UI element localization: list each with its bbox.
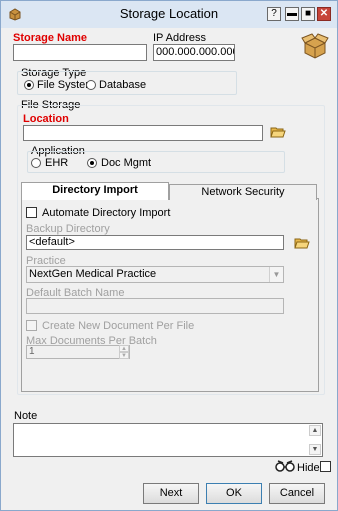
scroll-down-icon[interactable]: ▼ (309, 444, 321, 455)
close-button[interactable]: ✕ (317, 7, 331, 21)
help-button[interactable]: ? (267, 7, 281, 21)
minimize-button[interactable]: ▬ (285, 7, 299, 21)
chevron-down-icon[interactable]: ▼ (269, 267, 283, 282)
ehr-label: EHR (45, 157, 69, 169)
scroll-up-icon[interactable]: ▲ (309, 425, 321, 436)
tab-directory-import[interactable]: Directory Import (21, 182, 169, 200)
location-label: Location (23, 113, 69, 125)
ip-address-label: IP Address (153, 32, 206, 44)
file-system-radio[interactable] (24, 80, 34, 90)
backup-directory-input[interactable]: <default> (26, 235, 284, 250)
ip-address-input[interactable]: 000.000.000.000 (153, 44, 235, 61)
automate-import-label: Automate Directory Import (42, 207, 171, 219)
backup-directory-label: Backup Directory (26, 223, 110, 235)
max-docs-input[interactable]: 1 (26, 345, 130, 359)
title-bar[interactable]: Storage Location ? ▬ ■ ✕ (1, 1, 337, 28)
note-textarea[interactable] (13, 423, 323, 457)
backup-folder-icon[interactable] (294, 236, 310, 250)
tab-network-security[interactable]: Network Security (169, 184, 317, 200)
automate-import-checkbox[interactable] (26, 207, 37, 218)
note-label: Note (14, 410, 38, 422)
folder-open-icon[interactable] (270, 125, 286, 139)
next-button[interactable]: Next (143, 483, 199, 504)
practice-select[interactable]: NextGen Medical Practice (26, 266, 284, 283)
storage-location-dialog: Storage Location ? ▬ ■ ✕ Storage Name IP… (0, 0, 338, 511)
ok-button[interactable]: OK (206, 483, 262, 504)
practice-value: NextGen Medical Practice (29, 268, 157, 280)
location-input[interactable] (23, 125, 263, 141)
spin-up-icon[interactable]: ▲ (119, 345, 129, 352)
hide-checkbox[interactable] (320, 461, 331, 472)
database-label: Database (99, 79, 147, 91)
doc-mgmt-radio[interactable] (87, 158, 97, 168)
doc-mgmt-label: Doc Mgmt (101, 157, 152, 169)
storage-name-label: Storage Name (13, 32, 87, 44)
cancel-button[interactable]: Cancel (269, 483, 325, 504)
open-box-icon (301, 33, 329, 59)
create-new-doc-checkbox[interactable] (26, 320, 37, 331)
database-radio[interactable] (86, 80, 96, 90)
ehr-radio[interactable] (31, 158, 41, 168)
default-batch-name-input[interactable] (26, 298, 284, 314)
maximize-button[interactable]: ■ (301, 7, 315, 21)
spin-down-icon[interactable]: ▼ (119, 352, 129, 359)
glasses-icon (275, 460, 295, 472)
hide-label: Hide (297, 462, 320, 474)
create-new-doc-label: Create New Document Per File (42, 320, 195, 332)
storage-name-input[interactable] (13, 44, 147, 61)
